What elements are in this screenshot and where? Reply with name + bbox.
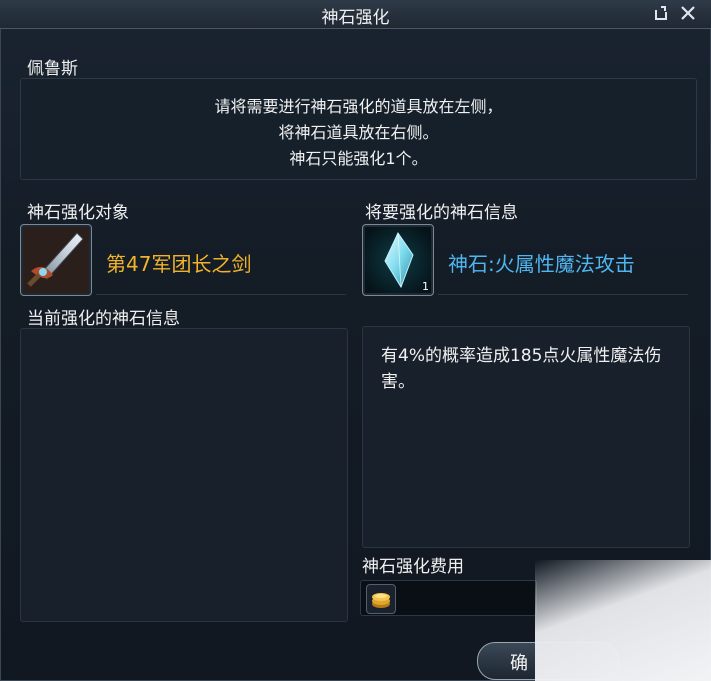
slot-underline [96, 294, 346, 295]
stone-count: 1 [422, 280, 429, 293]
sword-icon [23, 227, 89, 293]
stone-info-label: 将要强化的神石信息 [365, 203, 518, 223]
window-title: 神石强化 [321, 8, 390, 28]
npc-name: 佩鲁斯 [27, 59, 78, 79]
current-info-label: 当前强化的神石信息 [27, 309, 180, 329]
slot-underline [438, 294, 688, 295]
instruction-line: 神石只能强化1个。 [289, 149, 428, 168]
stone-description-panel: 有4%的概率造成185点火属性魔法伤害。 [362, 326, 690, 548]
instruction-line: 将神石道具放在右侧。 [278, 123, 439, 142]
enchant-window: 神石强化 佩鲁斯 请将需要进行神石强化的道具放在左侧， 将神石道具放在右侧。 神… [0, 0, 711, 681]
instruction-line: 请将需要进行神石强化的道具放在左侧， [214, 97, 503, 116]
close-icon[interactable] [678, 4, 698, 24]
target-item-slot[interactable] [20, 224, 92, 296]
instruction-panel: 请将需要进行神石强化的道具放在左侧， 将神石道具放在右侧。 神石只能强化1个。 [20, 78, 697, 180]
confirm-label: 确 [510, 653, 528, 674]
gold-coin-icon [366, 584, 396, 614]
watermark-overlay [535, 560, 711, 681]
title-bar: 神石强化 [0, 0, 711, 29]
current-info-panel [20, 328, 348, 622]
stone-item-slot[interactable]: 1 [362, 224, 434, 296]
target-label: 神石强化对象 [27, 203, 129, 223]
fee-label: 神石强化费用 [362, 557, 464, 577]
stone-description: 有4%的概率造成185点火属性魔法伤害。 [381, 346, 662, 392]
restore-icon[interactable] [651, 4, 671, 24]
fee-box [360, 580, 537, 616]
stone-name: 神石:火属性魔法攻击 [448, 252, 635, 276]
target-item-name: 第47军团长之剑 [106, 252, 252, 276]
